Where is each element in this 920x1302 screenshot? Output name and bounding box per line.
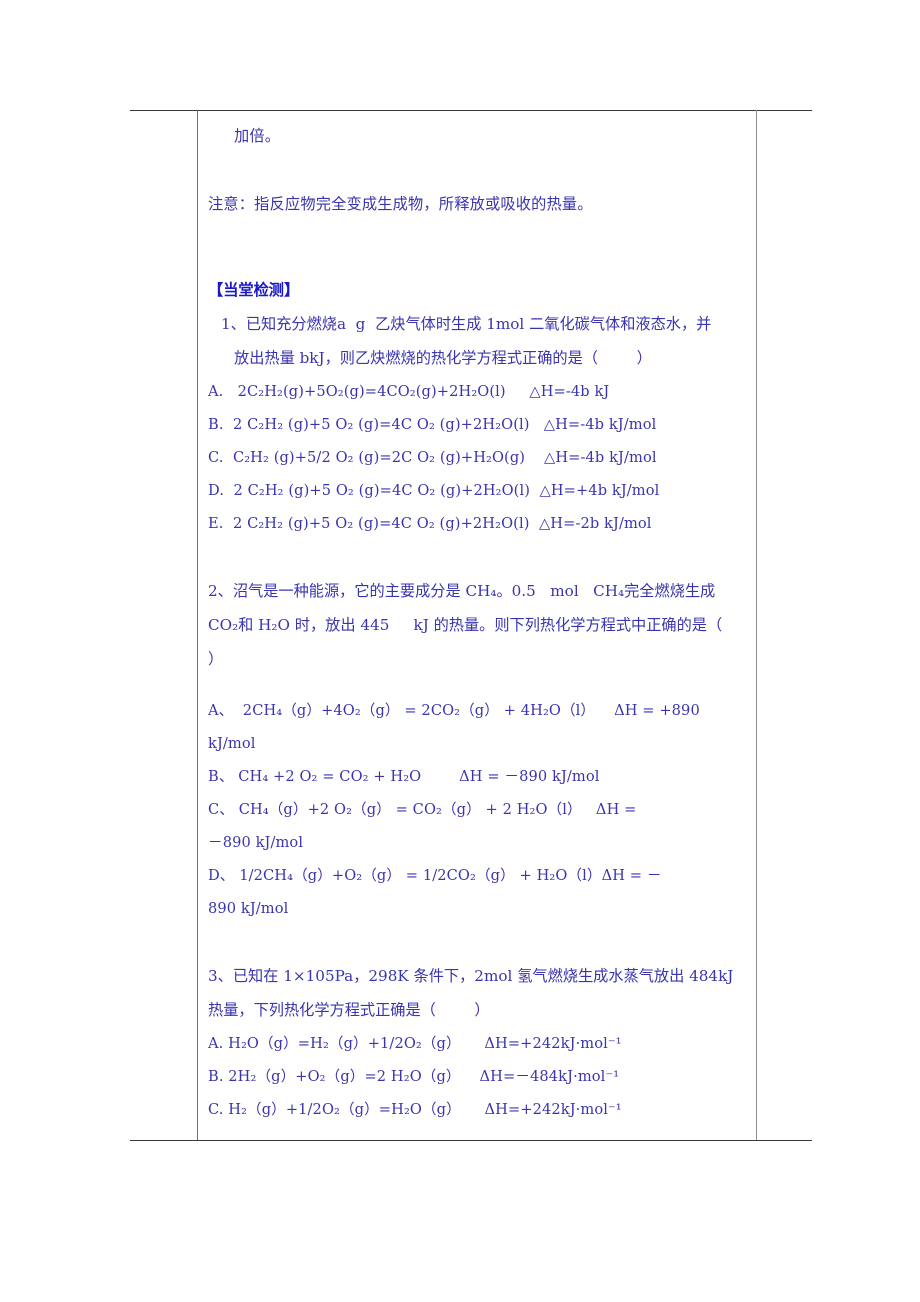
question-1-option-a: A. 2C₂H₂(g)+5O₂(g)=4CO₂(g)+2H₂O(l) △H=-4… [208, 383, 610, 400]
continued-text: 加倍。 [234, 127, 281, 145]
question-2-option-c-wrap: －890 kJ/mol [208, 834, 304, 851]
question-3-option-b: B. 2H₂（g）+O₂（g）=2 H₂O（g） ΔH=－484kJ·mol⁻¹ [208, 1068, 620, 1085]
main-content-cell: 加倍。 注意：指反应物完全变成生成物，所释放或吸收的热量。 【当堂检测】 1、已… [197, 110, 757, 1141]
question-2-stem-line-3: ） [208, 650, 224, 668]
right-margin-cell [756, 110, 812, 1141]
question-3-option-c: C. H₂（g）+1/2O₂（g）=H₂O（g） ΔH=+242kJ·mol⁻¹ [208, 1101, 622, 1118]
question-2-option-b: B、 CH₄ +2 O₂ = CO₂ + H₂O ΔH = －890 kJ/mo… [208, 768, 600, 785]
question-2-option-d-wrap: 890 kJ/mol [208, 900, 289, 917]
question-1-option-b: B. 2 C₂H₂ (g)+5 O₂ (g)=4C O₂ (g)+2H₂O(l)… [208, 416, 657, 433]
question-1-option-d: D. 2 C₂H₂ (g)+5 O₂ (g)=4C O₂ (g)+2H₂O(l)… [208, 482, 660, 499]
section-heading-in-class-test: 【当堂检测】 [208, 281, 300, 299]
question-3-stem-line-2: 热量，下列热化学方程式正确是（ ） [208, 1001, 490, 1019]
note-text: 注意：指反应物完全变成生成物，所释放或吸收的热量。 [208, 195, 593, 213]
question-1-stem-line-1: 1、已知充分燃烧a g 乙炔气体时生成 1mol 二氧化碳气体和液态水，并 [221, 315, 712, 333]
question-2-option-a-wrap: kJ/mol [208, 735, 256, 752]
question-2-option-d: D、 1/2CH₄（g）+O₂（g） = 1/2CO₂（g） + H₂O（l）Δ… [208, 867, 662, 884]
question-1-option-e: E. 2 C₂H₂ (g)+5 O₂ (g)=4C O₂ (g)+2H₂O(l)… [208, 515, 652, 532]
question-2-stem-line-2: CO₂和 H₂O 时，放出 445 kJ 的热量。则下列热化学方程式中正确的是（ [208, 616, 723, 634]
question-2-option-a: A、 2CH₄（g）+4O₂（g） = 2CO₂（g） + 4H₂O（l） ΔH… [208, 702, 700, 719]
question-3-stem-line-1: 3、已知在 1×105Pa，298K 条件下，2mol 氢气燃烧生成水蒸气放出 … [208, 967, 734, 985]
question-3-option-a: A. H₂O（g）=H₂（g）+1/2O₂（g） ΔH=+242kJ·mol⁻¹ [208, 1035, 622, 1052]
worksheet-table: 加倍。 注意：指反应物完全变成生成物，所释放或吸收的热量。 【当堂检测】 1、已… [130, 110, 812, 1141]
question-2-stem-line-1: 2、沼气是一种能源，它的主要成分是 CH₄。0.5 mol CH₄完全燃烧生成 [208, 582, 716, 600]
question-1-option-c: C. C₂H₂ (g)+5/2 O₂ (g)=2C O₂ (g)+H₂O(g) … [208, 449, 657, 466]
question-2-option-c: C、 CH₄（g）+2 O₂（g） = CO₂（g） + 2 H₂O（l） ΔH… [208, 801, 637, 818]
document-page: 加倍。 注意：指反应物完全变成生成物，所释放或吸收的热量。 【当堂检测】 1、已… [0, 0, 920, 1302]
table-row: 加倍。 注意：指反应物完全变成生成物，所释放或吸收的热量。 【当堂检测】 1、已… [130, 110, 812, 1141]
left-margin-cell [130, 110, 198, 1141]
question-1-stem-line-2: 放出热量 bkJ，则乙炔燃烧的热化学方程式正确的是（ ） [234, 349, 652, 367]
